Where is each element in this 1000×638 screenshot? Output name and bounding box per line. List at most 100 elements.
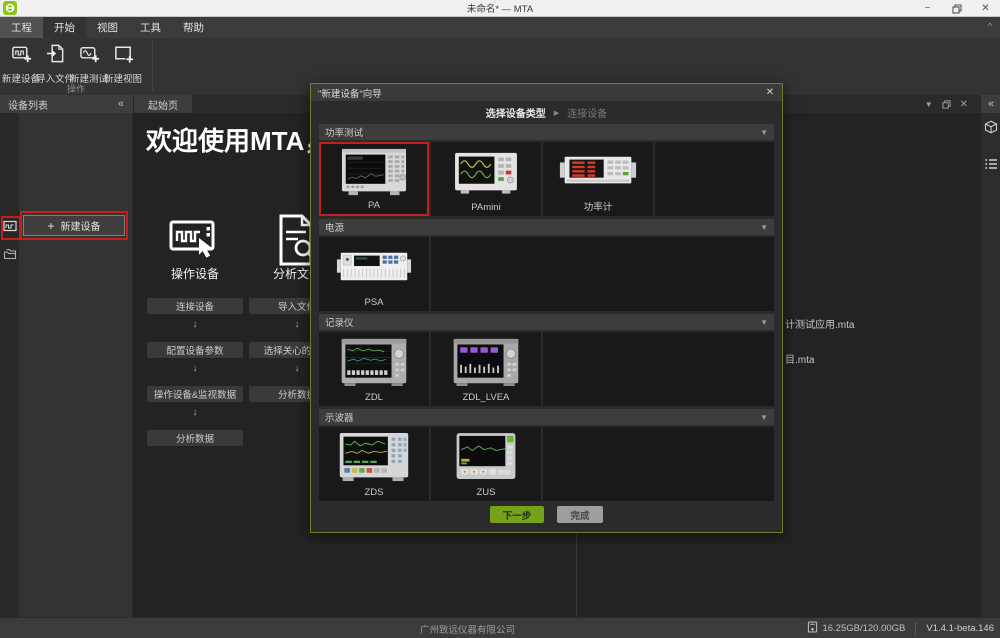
new-device-wizard-dialog: "新建设备"向导 ✕ 选择设备类型 ▶ 连接设备 功率测试 ▼	[310, 83, 783, 533]
device-card-pa[interactable]: PA	[319, 142, 429, 216]
device-list-header: 设备列表 «	[0, 95, 133, 113]
dialog-body: 选择设备类型 ▶ 连接设备 功率测试 ▼ PA	[319, 101, 774, 502]
new-device-icon	[11, 41, 32, 69]
menu-bar: 工程 开始 视图 工具 帮助 ^	[0, 17, 1000, 38]
annotation-highlight-icon	[1, 216, 21, 240]
right-tool-strip: «	[980, 95, 1000, 617]
next-step-button[interactable]: 下一步	[490, 506, 544, 523]
pane-close-icon[interactable]: ✕	[960, 99, 968, 110]
device-image-zds	[337, 427, 411, 487]
app-logo-icon	[3, 1, 17, 15]
sidebar-icon-strip	[0, 113, 19, 617]
section-oscilloscope: 示波器 ▼ ZDS ZUS	[319, 409, 774, 501]
dialog-close-button[interactable]: ✕	[758, 87, 782, 98]
breadcrumb-arrow-icon: ▶	[554, 109, 559, 117]
device-list-panel: 设备列表 « + 新建设备	[0, 95, 133, 617]
device-card-zdl[interactable]: ZDL	[319, 332, 429, 406]
dialog-title-bar: "新建设备"向导 ✕	[311, 84, 782, 101]
dropdown-icon: ▼	[760, 318, 768, 327]
ribbon-collapse-icon[interactable]: ^	[988, 21, 992, 31]
panel-collapse-icon[interactable]: «	[118, 98, 124, 110]
down-arrow-icon: ↓	[147, 363, 243, 374]
new-view-button[interactable]: 新建视图	[106, 41, 140, 81]
device-card-psa[interactable]: PSA	[319, 237, 429, 311]
import-file-icon	[45, 41, 66, 69]
device-card-zus[interactable]: ZUS	[431, 427, 541, 501]
company-name: 广州致远仪器有限公司	[420, 618, 515, 638]
menu-item-project[interactable]: 工程	[0, 17, 43, 38]
folder-tab-icon[interactable]	[3, 247, 17, 260]
new-view-icon	[113, 41, 134, 69]
finish-button[interactable]: 完成	[557, 506, 603, 523]
device-row: PSA	[319, 237, 774, 311]
menu-item-view[interactable]: 视图	[86, 17, 129, 38]
down-arrow-icon: ↓	[147, 407, 243, 418]
device-card-pamini[interactable]: PAmini	[431, 142, 541, 216]
menu-item-help[interactable]: 帮助	[172, 17, 215, 38]
device-card-power-meter[interactable]: 功率计	[543, 142, 653, 216]
menu-item-tools[interactable]: 工具	[129, 17, 172, 38]
device-image-zus	[452, 427, 520, 487]
pane-dropdown-icon[interactable]: ▼	[925, 100, 933, 109]
new-device-button[interactable]: 新建设备	[4, 41, 38, 81]
new-test-icon	[79, 41, 100, 69]
dialog-title: "新建设备"向导	[318, 86, 758, 100]
section-header[interactable]: 电源 ▼	[319, 219, 774, 235]
tab-start-page[interactable]: 起始页	[134, 95, 192, 113]
step-operate-monitor[interactable]: 操作设备&监视数据	[147, 386, 243, 402]
pane-float-icon[interactable]	[942, 100, 951, 109]
empty-cell	[655, 142, 774, 216]
wizard-breadcrumb: 选择设备类型 ▶ 连接设备	[319, 101, 774, 124]
ribbon-group-label: 操作	[0, 82, 152, 95]
dropdown-icon: ▼	[760, 413, 768, 422]
device-row: ZDL ZDL_LVEA	[319, 332, 774, 406]
minimize-button[interactable]: −	[913, 0, 942, 17]
device-image-psa	[334, 237, 414, 297]
section-header[interactable]: 功率测试 ▼	[319, 124, 774, 140]
dialog-footer: 下一步 完成	[311, 506, 782, 523]
step-analyze-data[interactable]: 分析数据	[147, 430, 243, 446]
device-row: PA PAmini 功率计	[319, 142, 774, 216]
annotation-highlight-button	[20, 211, 128, 240]
device-image-power-meter	[558, 142, 638, 199]
app-version: V1.4.1-beta.146	[926, 623, 994, 634]
empty-cell	[543, 427, 774, 501]
new-test-button[interactable]: 新建测试	[72, 41, 106, 81]
step-connect-device[interactable]: 连接设备	[147, 298, 243, 314]
device-image-pamini	[451, 142, 521, 202]
device-list-title: 设备列表	[8, 97, 118, 112]
cube-panel-icon[interactable]	[984, 120, 998, 134]
restore-button[interactable]	[942, 0, 971, 17]
dropdown-icon: ▼	[760, 223, 768, 232]
device-image-pa	[337, 144, 411, 200]
empty-cell	[543, 332, 774, 406]
recent-file-link[interactable]: 目.mta	[785, 351, 814, 366]
disk-icon	[807, 620, 818, 638]
list-panel-icon[interactable]	[984, 157, 998, 171]
section-power-supply: 电源 ▼ PSA	[319, 219, 774, 311]
right-collapse-icon[interactable]: «	[981, 95, 1000, 113]
status-bar: 广州致远仪器有限公司 16.25GB/120.00GB V1.4.1-beta.…	[0, 617, 1000, 638]
step-configure-params[interactable]: 配置设备参数	[147, 342, 243, 358]
section-header[interactable]: 记录仪 ▼	[319, 314, 774, 330]
app-window: 未命名* — MTA − ✕ 工程 开始 视图 工具 帮助 ^ 新建设备 导入文…	[0, 0, 1000, 638]
pane-controls: ▼ ✕	[925, 95, 968, 113]
import-file-button[interactable]: 导入文件	[38, 41, 72, 81]
window-title: 未命名* — MTA	[0, 1, 1000, 15]
status-right-cluster: 16.25GB/120.00GB V1.4.1-beta.146	[807, 618, 994, 638]
disk-usage: 16.25GB/120.00GB	[822, 623, 905, 634]
dropdown-icon: ▼	[760, 128, 768, 137]
device-card-zdl-lvea[interactable]: ZDL_LVEA	[431, 332, 541, 406]
close-button[interactable]: ✕	[971, 0, 1000, 17]
section-recorder: 记录仪 ▼ ZDL ZDL_LVEA	[319, 314, 774, 406]
menu-item-start[interactable]: 开始	[43, 17, 86, 38]
down-arrow-icon: ↓	[147, 319, 243, 330]
status-separator	[915, 622, 916, 635]
section-header[interactable]: 示波器 ▼	[319, 409, 774, 425]
ribbon-separator	[152, 41, 153, 91]
section-power-test: 功率测试 ▼ PA PAmini	[319, 124, 774, 216]
window-controls: − ✕	[913, 0, 1000, 17]
device-card-zds[interactable]: ZDS	[319, 427, 429, 501]
recent-file-link[interactable]: 计测试应用.mta	[785, 316, 854, 331]
wizard-step-next: 连接设备	[567, 105, 607, 120]
